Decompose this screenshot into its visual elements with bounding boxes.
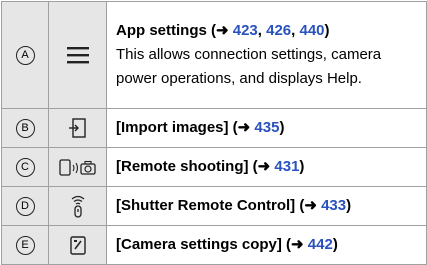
- row-title: [Remote shooting] (➜ 431): [116, 155, 418, 179]
- title-text: [Camera settings copy] (➜: [116, 235, 308, 253]
- icon-cell: [48, 108, 107, 148]
- circled-letter: C: [15, 158, 35, 177]
- title-close: ): [324, 21, 330, 39]
- circled-letter: E: [15, 236, 35, 255]
- shutter-remote-icon: [71, 195, 84, 218]
- circled-letter: A: [15, 46, 35, 65]
- page-link[interactable]: 440: [299, 22, 324, 39]
- remote-shooting-icon: [58, 159, 96, 176]
- table-row: E [Camera settings copy] (➜ 442): [1, 225, 427, 265]
- table-row: B [Import images] (➜ 435): [1, 108, 427, 148]
- row-letter-cell: C: [1, 147, 49, 187]
- import-images-icon: [68, 118, 86, 138]
- page-link[interactable]: 426: [266, 22, 291, 39]
- row-letter-cell: B: [1, 108, 49, 148]
- page-link[interactable]: 433: [321, 197, 346, 214]
- table-row: A App settings (➜ 423, 426, 440) This al…: [1, 1, 427, 109]
- title-close: ): [346, 196, 352, 214]
- title-close: ): [279, 118, 285, 136]
- separator: ,: [257, 21, 267, 39]
- circled-letter: B: [15, 119, 35, 138]
- title-text: [Shutter Remote Control] (➜: [116, 196, 322, 214]
- row-body-text: This allows connection settings, camera …: [116, 45, 382, 87]
- description-cell: [Remote shooting] (➜ 431): [106, 147, 427, 187]
- description-cell: [Camera settings copy] (➜ 442): [106, 225, 427, 265]
- row-title: [Shutter Remote Control] (➜ 433): [116, 194, 418, 218]
- circled-letter: D: [15, 197, 35, 216]
- hamburger-menu-icon: [66, 47, 89, 64]
- row-letter-cell: E: [1, 225, 49, 265]
- description-cell: App settings (➜ 423, 426, 440) This allo…: [106, 1, 427, 109]
- icon-cell: [48, 1, 107, 109]
- row-title: [Import images] (➜ 435): [116, 116, 418, 140]
- page-link[interactable]: 423: [233, 22, 258, 39]
- icon-cell: [48, 225, 107, 265]
- feature-table: A App settings (➜ 423, 426, 440) This al…: [1, 1, 427, 265]
- title-close: ): [332, 235, 338, 253]
- row-letter-cell: A: [1, 1, 49, 109]
- row-title: App settings (➜ 423, 426, 440): [116, 19, 418, 43]
- description-cell: [Shutter Remote Control] (➜ 433): [106, 186, 427, 226]
- title-close: ): [299, 157, 305, 175]
- table-row: D [Shutter Remote Control] (➜ 433): [1, 186, 427, 226]
- row-letter-cell: D: [1, 186, 49, 226]
- table-row: C [Remote shooting] (➜ 431): [1, 147, 427, 187]
- icon-cell: [48, 147, 107, 187]
- icon-cell: [48, 186, 107, 226]
- page-link[interactable]: 431: [274, 158, 299, 175]
- title-text: [Import images] (➜: [116, 118, 255, 136]
- description-cell: [Import images] (➜ 435): [106, 108, 427, 148]
- row-title: [Camera settings copy] (➜ 442): [116, 233, 418, 257]
- title-text: App settings (➜: [116, 21, 233, 39]
- page-link[interactable]: 442: [308, 236, 333, 253]
- settings-copy-icon: [69, 236, 86, 255]
- page-link[interactable]: 435: [254, 119, 279, 136]
- title-text: [Remote shooting] (➜: [116, 157, 275, 175]
